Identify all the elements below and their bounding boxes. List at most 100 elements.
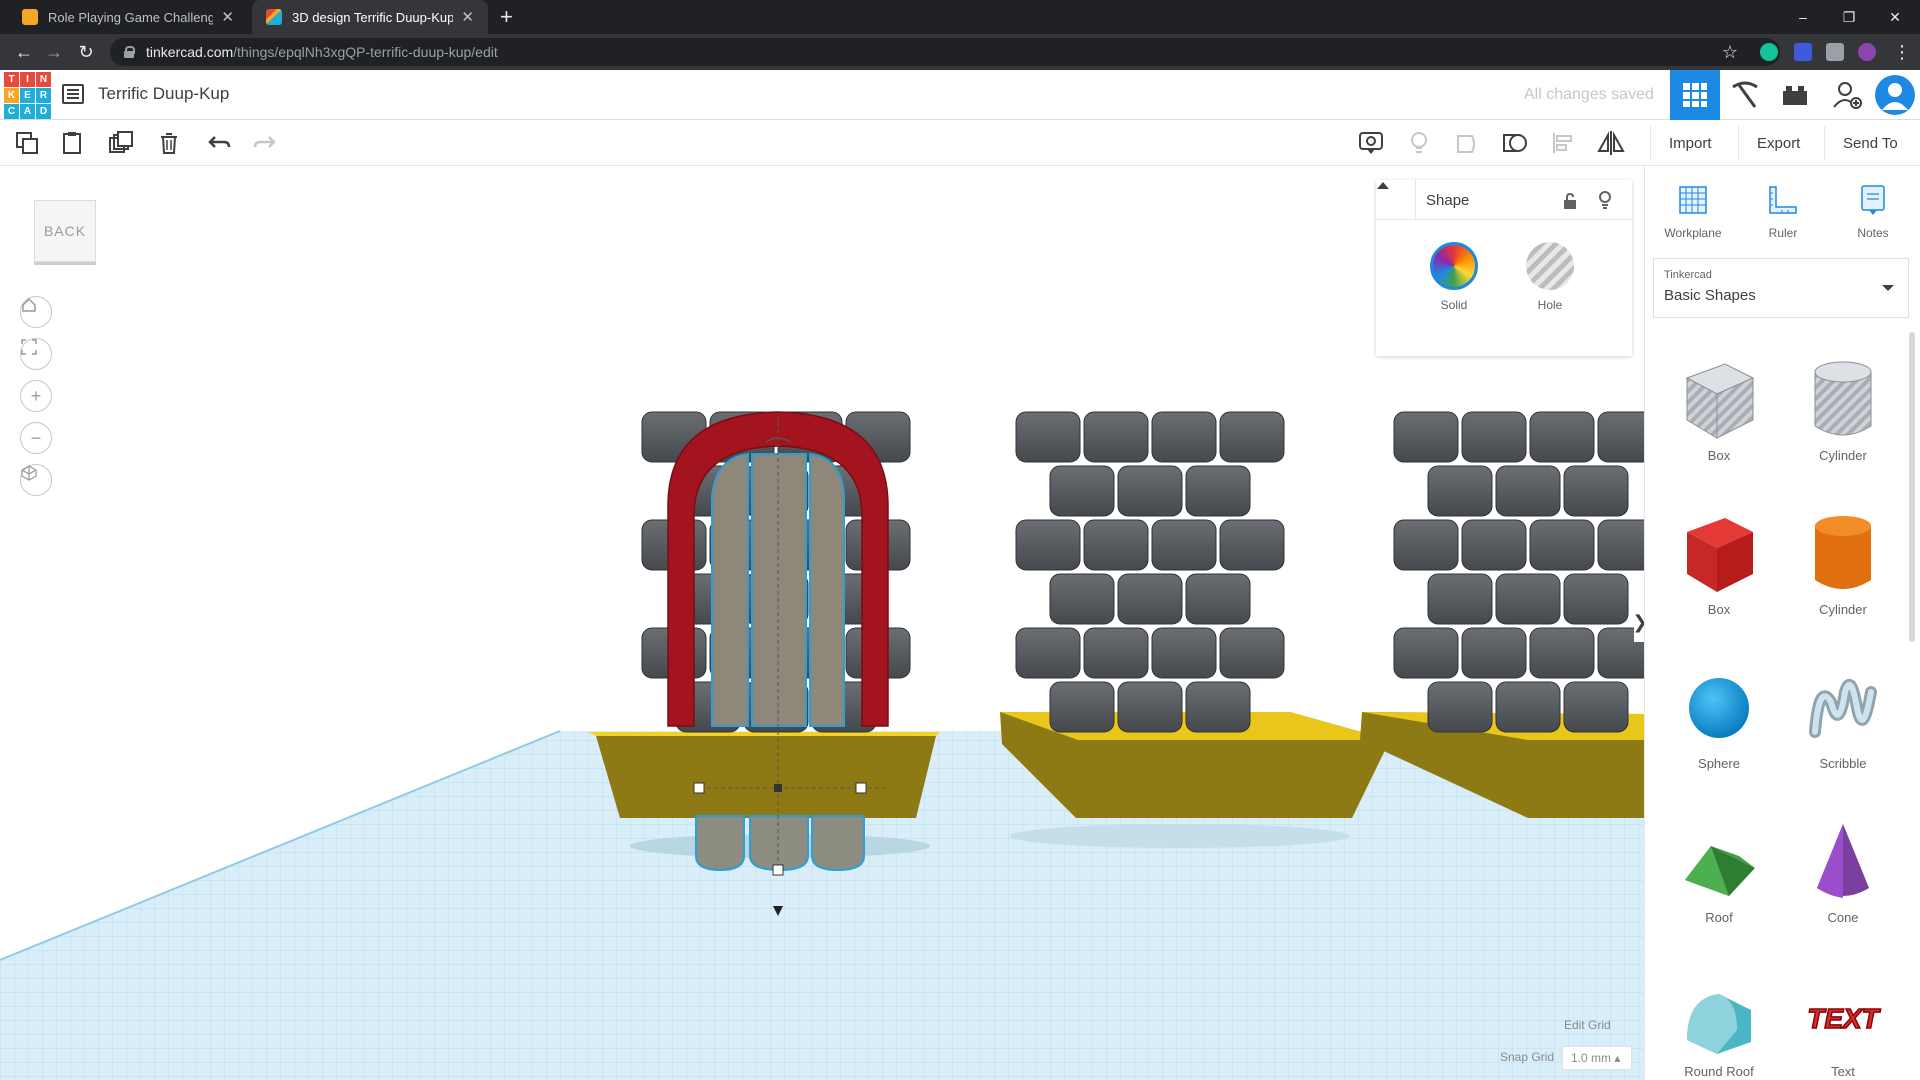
url-host: tinkercad.com: [146, 44, 234, 60]
stone-block: [1427, 465, 1493, 517]
resize-handle-center[interactable]: [774, 784, 782, 792]
notes-tool-button[interactable]: [1356, 128, 1386, 158]
extensions-puzzle-icon[interactable]: [1826, 43, 1844, 61]
shape-label: Round Roof: [1684, 1064, 1754, 1079]
unlock-icon[interactable]: [1562, 192, 1578, 210]
undo-button[interactable]: [204, 128, 234, 158]
redo-icon: [253, 136, 276, 148]
resize-handle-bottom[interactable]: [772, 864, 784, 876]
door-legs[interactable]: [695, 815, 865, 872]
show-all-button[interactable]: [1404, 128, 1434, 158]
resize-handle-right[interactable]: [855, 782, 867, 794]
tower1-base[interactable]: [596, 736, 936, 818]
scribble-icon: [1809, 678, 1877, 738]
cone-icon: [1817, 824, 1869, 898]
back-arrow-icon[interactable]: ←: [12, 40, 36, 64]
close-tab-icon[interactable]: ✕: [221, 8, 234, 26]
extension-icon[interactable]: [1794, 43, 1812, 61]
forward-arrow-icon[interactable]: →: [42, 40, 66, 64]
bookmark-star-icon[interactable]: ☆: [1718, 40, 1742, 64]
edit-grid-button[interactable]: Edit Grid: [1564, 1018, 1611, 1032]
fit-view-button[interactable]: [20, 338, 52, 370]
ungroup-button[interactable]: [1500, 128, 1530, 158]
workplane-viewport[interactable]: BACK + − Shape Solid Hole Edit Grid Snap…: [0, 166, 1644, 1080]
home-view-button[interactable]: [20, 296, 52, 328]
send-to-button[interactable]: Send To: [1824, 126, 1916, 160]
copy-button[interactable]: [12, 128, 42, 158]
tower2-stone-wall[interactable]: [1015, 411, 1285, 733]
browser-tab-tinkercad[interactable]: 3D design Terrific Duup-Kup | Tin ✕: [252, 0, 488, 34]
notes-tool[interactable]: Notes: [1833, 180, 1913, 240]
logo-letter: N: [36, 72, 51, 87]
tower3-stone-wall[interactable]: [1393, 411, 1644, 733]
shape-label: Box: [1707, 602, 1731, 617]
ortho-view-button[interactable]: [20, 464, 52, 496]
close-tab-icon[interactable]: ✕: [461, 8, 474, 26]
new-tab-button[interactable]: +: [500, 4, 513, 30]
shape-box-hole[interactable]: Box: [1657, 354, 1781, 504]
shape-box[interactable]: Box: [1657, 508, 1781, 658]
tinkercad-logo[interactable]: TIN KER CAD: [4, 72, 51, 119]
zoom-in-button[interactable]: +: [20, 380, 52, 412]
shape-scribble[interactable]: Scribble: [1781, 662, 1905, 812]
stone-block: [1461, 411, 1527, 463]
minimize-button[interactable]: –: [1780, 0, 1826, 34]
zoom-out-button[interactable]: −: [20, 422, 52, 454]
blocks-view-button[interactable]: [1720, 70, 1770, 120]
paste-button[interactable]: [58, 128, 88, 158]
shape-cylinder[interactable]: Cylinder: [1781, 508, 1905, 658]
shape-library-select[interactable]: Tinkercad Basic Shapes: [1653, 258, 1909, 318]
design-menu-icon[interactable]: [62, 84, 84, 104]
invite-user-button[interactable]: [1822, 70, 1872, 120]
workplane-tool[interactable]: Workplane: [1653, 180, 1733, 240]
close-window-button[interactable]: ✕: [1872, 0, 1918, 34]
solid-label: Solid: [1440, 298, 1468, 312]
account-avatar[interactable]: [1870, 70, 1920, 120]
shape-roof[interactable]: Roof: [1657, 816, 1781, 966]
panel-toggle-button[interactable]: ❯: [1632, 602, 1644, 642]
align-button[interactable]: [1548, 128, 1578, 158]
design-title[interactable]: Terrific Duup-Kup: [98, 84, 229, 104]
bricks-view-button[interactable]: [1770, 70, 1820, 120]
grammarly-extension-icon[interactable]: [1760, 43, 1778, 61]
delete-button[interactable]: [154, 128, 184, 158]
export-button[interactable]: Export: [1738, 126, 1818, 160]
hole-swatch[interactable]: [1526, 242, 1574, 290]
stone-block: [1529, 411, 1595, 463]
shape-text[interactable]: TEXT Text: [1781, 970, 1905, 1080]
profile-avatar-icon[interactable]: [1858, 43, 1876, 61]
visibility-bulb-icon[interactable]: [1598, 190, 1612, 210]
tower-plain-middle[interactable]: [1000, 411, 1390, 848]
duplicate-button[interactable]: [106, 128, 136, 158]
shape-cone[interactable]: Cone: [1781, 816, 1905, 966]
group-button[interactable]: [1452, 128, 1482, 158]
shape-inspector: Shape Solid Hole: [1376, 180, 1632, 356]
ruler-tool[interactable]: Ruler: [1743, 180, 1823, 240]
mirror-button[interactable]: [1596, 128, 1626, 158]
stone-block: [1393, 627, 1459, 679]
solid-color-swatch[interactable]: [1430, 242, 1478, 290]
3d-view-button[interactable]: [1670, 70, 1720, 120]
shape-sphere[interactable]: Sphere: [1657, 662, 1781, 812]
resize-handle-left[interactable]: [693, 782, 705, 794]
shape-round-roof[interactable]: Round Roof: [1657, 970, 1781, 1080]
browser-tab-role-playing[interactable]: Role Playing Game Challenge - In ✕: [8, 0, 248, 34]
tower-plain-right[interactable]: [1360, 411, 1644, 818]
stone-block: [1393, 519, 1459, 571]
collapse-inspector-button[interactable]: [1376, 180, 1416, 220]
reload-icon[interactable]: ↻: [74, 40, 98, 64]
shape-label: Text: [1831, 1064, 1855, 1079]
snap-grid-select[interactable]: 1.0 mm ▴: [1562, 1046, 1632, 1070]
back-button[interactable]: BACK: [34, 200, 96, 262]
tab-title: 3D design Terrific Duup-Kup | Tin: [292, 9, 454, 25]
save-status: All changes saved: [1524, 86, 1654, 103]
fit-view-icon: [21, 339, 37, 355]
restore-button[interactable]: ❐: [1826, 0, 1872, 34]
url-field[interactable]: tinkercad.com/things/epqlNh3xgQP-terrifi…: [110, 38, 1780, 66]
shapes-scrollbar[interactable]: [1909, 332, 1915, 642]
stone-block: [1151, 411, 1217, 463]
redo-button[interactable]: [250, 128, 280, 158]
browser-menu-icon[interactable]: ⋮: [1890, 40, 1914, 64]
shape-cylinder-hole[interactable]: Cylinder: [1781, 354, 1905, 504]
import-button[interactable]: Import: [1650, 126, 1730, 160]
